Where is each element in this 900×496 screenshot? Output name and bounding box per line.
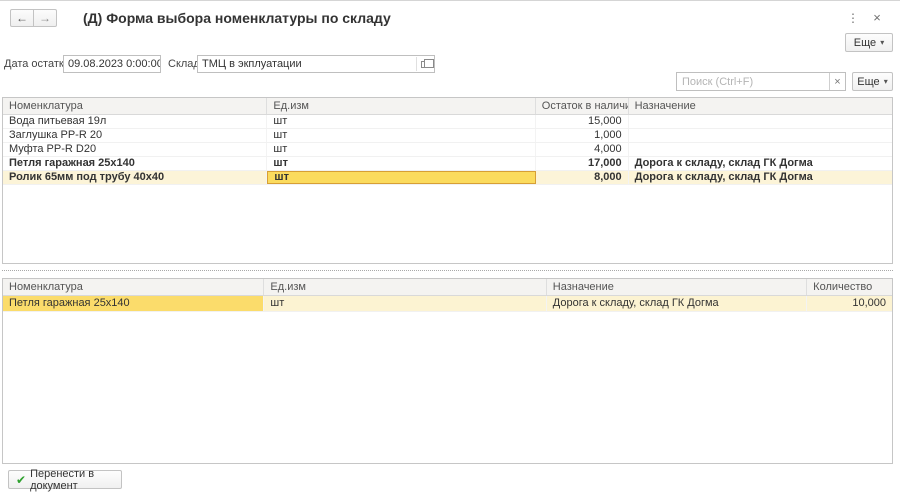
forward-button[interactable]: → — [33, 9, 57, 27]
column-header-stock-qty[interactable]: Остаток в наличии — [536, 98, 629, 114]
cell-unit[interactable]: шт — [267, 129, 535, 142]
table-row[interactable]: Вода питьевая 19л шт 15,000 — [3, 115, 892, 129]
table-row[interactable]: Муфта PP-R D20 шт 4,000 — [3, 143, 892, 157]
stock-table-header: Номенклатура Ед.изм Остаток в наличии На… — [3, 98, 892, 115]
date-field[interactable]: 09.08.2023 0:00:00 — [63, 55, 161, 73]
column-header-purpose[interactable]: Назначение — [629, 98, 892, 114]
cell-nomenclature[interactable]: Вода питьевая 19л — [3, 115, 267, 128]
column-header-unit[interactable]: Ед.изм — [267, 98, 535, 114]
more-button-search[interactable]: Еще ▾ — [852, 72, 893, 91]
warehouse-choose-button[interactable] — [416, 57, 433, 71]
more-button-label: Еще — [857, 76, 879, 88]
column-header-nomenclature[interactable]: Номенклатура — [3, 98, 267, 114]
table-row-selected[interactable]: Петля гаражная 25х140 шт Дорога к складу… — [3, 296, 892, 312]
cell-unit[interactable]: шт — [267, 157, 535, 170]
form-window: ← → (Д) Форма выбора номенклатуры по скл… — [0, 0, 900, 496]
search-box: × — [676, 72, 846, 91]
cell-nomenclature-active[interactable]: Петля гаражная 25х140 — [3, 296, 264, 311]
cell-stock-qty[interactable]: 8,000 — [536, 171, 629, 184]
cell-stock-qty[interactable]: 4,000 — [536, 143, 629, 156]
chevron-down-icon: ▾ — [884, 78, 888, 86]
search-clear-icon[interactable]: × — [829, 73, 845, 90]
cell-unit-active[interactable]: шт — [267, 171, 535, 184]
cell-purpose[interactable] — [629, 129, 892, 142]
search-input[interactable] — [677, 73, 829, 90]
warehouse-value: ТМЦ в экплуатации — [202, 58, 302, 70]
window-menu-icon[interactable]: ⋮ — [845, 9, 861, 27]
open-form-icon — [421, 61, 429, 68]
back-arrow-icon: ← — [16, 11, 28, 25]
cell-qty[interactable]: 10,000 — [807, 296, 892, 311]
cell-purpose[interactable]: Дорога к складу, склад ГК Догма — [629, 157, 892, 170]
cell-purpose[interactable]: Дорога к складу, склад ГК Догма — [547, 296, 807, 311]
cell-stock-qty[interactable]: 17,000 — [536, 157, 629, 170]
transfer-button-label: Перенести в документ — [30, 468, 114, 492]
cell-nomenclature[interactable]: Ролик 65мм под трубу 40х40 — [3, 171, 267, 184]
column-header-qty[interactable]: Количество — [807, 279, 892, 295]
table-row[interactable]: Заглушка PP-R 20 шт 1,000 — [3, 129, 892, 143]
cell-unit[interactable]: шт — [264, 296, 546, 311]
table-row-selected[interactable]: Ролик 65мм под трубу 40х40 шт 8,000 Доро… — [3, 171, 892, 185]
close-icon[interactable]: × — [869, 9, 885, 27]
cell-nomenclature[interactable]: Заглушка PP-R 20 — [3, 129, 267, 142]
table-row[interactable]: Петля гаражная 25х140 шт 17,000 Дорога к… — [3, 157, 892, 171]
table-splitter[interactable] — [2, 270, 893, 274]
cell-nomenclature[interactable]: Муфта PP-R D20 — [3, 143, 267, 156]
checkmark-icon: ✔ — [16, 474, 26, 486]
selection-table-header: Номенклатура Ед.изм Назначение Количеств… — [3, 279, 892, 296]
cell-stock-qty[interactable]: 15,000 — [536, 115, 629, 128]
more-button-top[interactable]: Еще ▾ — [845, 33, 893, 52]
cell-nomenclature[interactable]: Петля гаражная 25х140 — [3, 157, 267, 170]
stock-table: Номенклатура Ед.изм Остаток в наличии На… — [2, 97, 893, 264]
transfer-to-document-button[interactable]: ✔ Перенести в документ — [8, 470, 122, 489]
warehouse-field[interactable]: ТМЦ в экплуатации — [197, 55, 435, 73]
cell-purpose[interactable]: Дорога к складу, склад ГК Догма — [629, 171, 892, 184]
column-header-unit[interactable]: Ед.изм — [264, 279, 546, 295]
column-header-purpose[interactable]: Назначение — [547, 279, 807, 295]
chevron-down-icon: ▾ — [880, 39, 884, 47]
cell-stock-qty[interactable]: 1,000 — [536, 129, 629, 142]
selection-table: Номенклатура Ед.изм Назначение Количеств… — [2, 278, 893, 464]
column-header-nomenclature[interactable]: Номенклатура — [3, 279, 264, 295]
cell-unit[interactable]: шт — [267, 115, 535, 128]
forward-arrow-icon: → — [39, 11, 51, 25]
cell-purpose[interactable] — [629, 143, 892, 156]
more-button-label: Еще — [854, 37, 876, 49]
cell-purpose[interactable] — [629, 115, 892, 128]
page-title: (Д) Форма выбора номенклатуры по складу — [83, 10, 391, 26]
back-button[interactable]: ← — [10, 9, 34, 27]
cell-unit[interactable]: шт — [267, 143, 535, 156]
